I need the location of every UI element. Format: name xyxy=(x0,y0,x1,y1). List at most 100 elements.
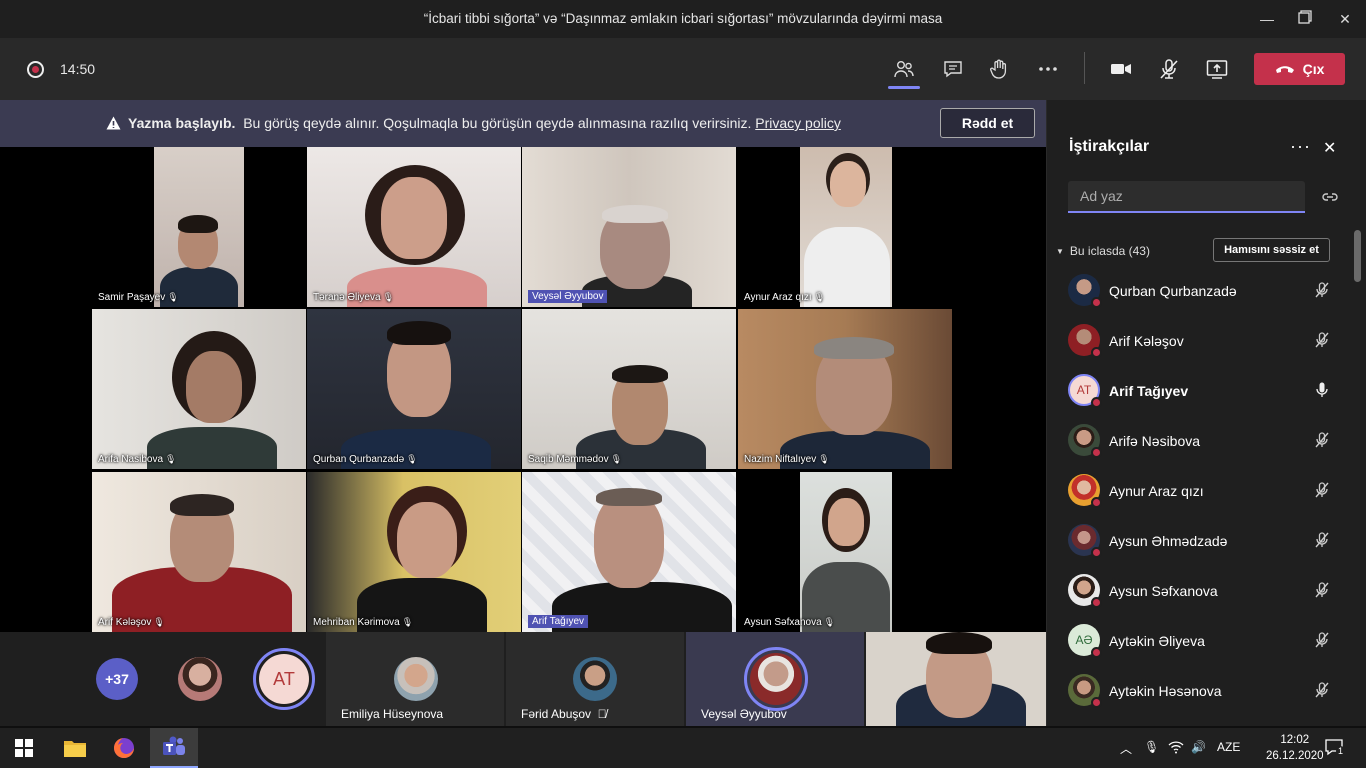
strip-card[interactable]: Emiliya Hüseynova xyxy=(326,632,504,726)
mic-on-icon[interactable] xyxy=(1313,381,1331,399)
status-badge xyxy=(1091,497,1102,508)
panel-title: İştirakçılar xyxy=(1069,138,1150,155)
video-tile[interactable]: Saqib Məmmədov 🎙 xyxy=(522,309,736,469)
status-badge xyxy=(1091,397,1102,408)
recording-icon xyxy=(27,61,44,78)
meeting-toolbar: 14:50 Çıx xyxy=(0,38,1366,100)
participant-row[interactable]: Arif Kələşov xyxy=(1047,316,1357,366)
participant-row[interactable]: AT Arif Tağıyev xyxy=(1047,366,1357,416)
close-panel-icon[interactable]: ✕ xyxy=(1323,138,1336,158)
wifi-icon[interactable] xyxy=(1168,740,1184,757)
tile-name-highlighted: Veysəl Əyyubov xyxy=(528,290,608,303)
participant-row[interactable]: Arifə Nəsibova xyxy=(1047,416,1357,466)
share-screen-icon[interactable] xyxy=(1201,54,1233,84)
warning-icon xyxy=(106,116,121,133)
video-tile[interactable]: Aysun Səfxanova 🎙 xyxy=(738,472,952,632)
banner-message: Yazma başlayıb. Bu görüş qeydə alınır. Q… xyxy=(106,115,841,133)
mic-off-icon[interactable] xyxy=(1313,581,1331,599)
file-explorer-icon[interactable] xyxy=(51,728,99,768)
strip-card[interactable]: Fərid Abuşov 🎙̸ xyxy=(506,632,684,726)
mic-off-icon[interactable] xyxy=(1313,431,1331,449)
notification-count: 1 xyxy=(1336,746,1346,756)
strip-card-name: Fərid Abuşov 🎙̸ xyxy=(521,707,607,721)
system-clock[interactable]: 12:02 26.12.2020 xyxy=(1266,732,1324,764)
camera-icon[interactable] xyxy=(1105,54,1137,84)
video-tile[interactable]: Arifa Nasibova 🎙 xyxy=(92,309,306,469)
minimize-icon[interactable]: — xyxy=(1256,8,1278,30)
section-header[interactable]: ▼ Bu iclasda (43) xyxy=(1056,244,1150,258)
mic-off-icon[interactable] xyxy=(1313,631,1331,649)
participants-icon[interactable] xyxy=(888,54,920,84)
windows-taskbar: ︿ 🎙 🔊 AZE 12:02 26.12.2020 1 xyxy=(0,728,1366,768)
close-window-icon[interactable]: ✕ xyxy=(1334,8,1356,30)
speaking-ring xyxy=(744,647,808,711)
video-tile[interactable]: Samir Paşayev 🎙 xyxy=(92,147,306,307)
participant-name: Aysun Səfxanova xyxy=(1109,583,1218,599)
participant-name: Aynur Araz qızı xyxy=(1109,483,1204,499)
clock-time: 12:02 xyxy=(1280,734,1310,746)
mic-off-icon[interactable] xyxy=(1313,331,1331,349)
tile-name: Qurban Qurbanzadə 🎙 xyxy=(313,454,418,465)
status-badge xyxy=(1091,597,1102,608)
video-tile[interactable]: Nazim Niftalıyev 🎙 xyxy=(738,309,952,469)
avatar[interactable] xyxy=(178,657,222,701)
avatar xyxy=(750,653,802,705)
raise-hand-icon[interactable] xyxy=(983,54,1015,84)
video-tile[interactable]: Qurban Qurbanzadə 🎙 xyxy=(307,309,521,469)
panel-scrollbar[interactable] xyxy=(1354,230,1361,282)
tile-name: Mehriban Kərimova 🎙 xyxy=(313,617,414,628)
participant-row[interactable]: Aysun Əhmədzadə xyxy=(1047,516,1357,566)
meeting-timer: 14:50 xyxy=(60,61,96,77)
status-badge xyxy=(1091,547,1102,558)
strip-card-active[interactable]: Veysəl Əyyubov xyxy=(686,632,864,726)
microphone-muted-icon[interactable] xyxy=(1153,54,1185,84)
tile-name: Nazim Niftalıyev 🎙 xyxy=(744,454,830,465)
language-indicator[interactable]: AZE xyxy=(1217,740,1240,754)
maximize-icon[interactable] xyxy=(1294,8,1316,30)
participant-row[interactable]: AƏ Aytəkin Əliyeva xyxy=(1047,616,1357,666)
video-grid: Samir Paşayev 🎙 Təranə Əliyeva 🎙 Veysəl Əy… xyxy=(0,147,1046,632)
mic-off-icon: 🎙̸ xyxy=(597,707,607,721)
reject-button[interactable]: Rədd et xyxy=(940,108,1035,138)
more-options-icon[interactable]: ··· xyxy=(1290,136,1311,157)
participant-search-input[interactable]: Ad yaz xyxy=(1068,181,1305,213)
participants-active-indicator xyxy=(888,86,920,89)
windows-start-icon[interactable] xyxy=(0,728,48,768)
video-tile[interactable]: Arif Tağıyev xyxy=(522,472,736,632)
strip-card-name: Veysəl Əyyubov xyxy=(701,707,787,721)
mic-off-icon[interactable] xyxy=(1313,531,1331,549)
privacy-policy-link[interactable]: Privacy policy xyxy=(755,115,841,131)
mute-all-button[interactable]: Hamısını səssiz et xyxy=(1213,238,1330,262)
participant-row[interactable]: Aynur Araz qızı xyxy=(1047,466,1357,516)
chat-icon[interactable] xyxy=(937,54,969,84)
video-tile[interactable]: Təranə Əliyeva 🎙 xyxy=(307,147,521,307)
mic-off-icon[interactable] xyxy=(1313,481,1331,499)
video-tile[interactable]: Arif Kələşov 🎙 xyxy=(92,472,306,632)
mic-off-icon[interactable] xyxy=(1313,681,1331,699)
participant-name: Arif Kələşov xyxy=(1109,333,1184,349)
teams-icon[interactable] xyxy=(150,728,198,768)
caret-down-icon: ▼ xyxy=(1056,247,1064,256)
volume-icon[interactable]: 🔊 xyxy=(1191,740,1206,754)
participant-strip: +37 AT Emiliya Hüseynova Fərid Abuşov 🎙̸… xyxy=(0,632,1046,726)
more-actions-icon[interactable] xyxy=(1032,54,1064,84)
participant-row[interactable]: Aysun Səfxanova xyxy=(1047,566,1357,616)
firefox-icon[interactable] xyxy=(100,728,148,768)
status-badge xyxy=(1091,347,1102,358)
video-tile[interactable]: Mehriban Kərimova 🎙 xyxy=(307,472,521,632)
more-participants-badge[interactable]: +37 xyxy=(96,658,138,700)
participant-row[interactable]: Aytəkin Həsənova xyxy=(1047,666,1357,716)
video-tile[interactable]: Veysəl Əyyubov xyxy=(522,147,736,307)
show-hidden-icons-icon[interactable]: ︿ xyxy=(1120,740,1132,757)
avatar-speaking[interactable]: AT xyxy=(253,648,315,710)
strip-card-name: Emiliya Hüseynova xyxy=(341,707,444,721)
participant-row[interactable]: Qurban Qurbanzadə xyxy=(1047,266,1357,316)
tray-microphone-icon[interactable]: 🎙 xyxy=(1144,740,1159,754)
mic-off-icon[interactable] xyxy=(1313,281,1331,299)
tile-name: Arifa Nasibova 🎙 xyxy=(98,454,177,465)
notifications-icon[interactable]: 1 xyxy=(1324,738,1346,759)
leave-button[interactable]: Çıx xyxy=(1254,53,1345,85)
toolbar-divider xyxy=(1084,52,1085,84)
share-link-icon[interactable] xyxy=(1321,188,1339,206)
video-tile[interactable]: Aynur Araz qızı 🎙 xyxy=(738,147,952,307)
